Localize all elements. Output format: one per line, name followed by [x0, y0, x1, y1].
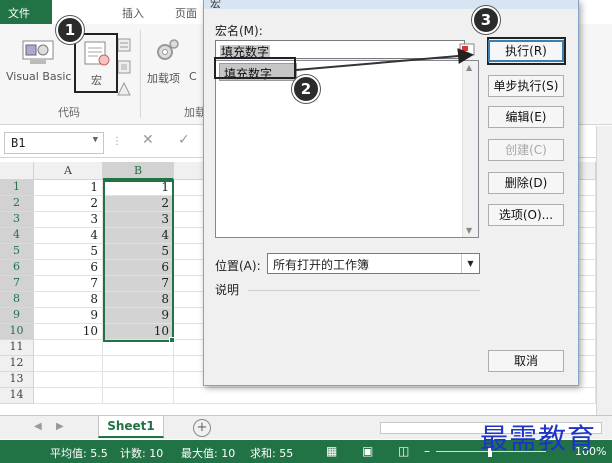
annotation-badge-1: 1 [56, 16, 84, 44]
annotation-badge-3: 3 [472, 6, 500, 34]
annotation-arrow [295, 48, 474, 71]
annotation-badge-2: 2 [292, 75, 320, 103]
watermark: 最需教育 [480, 422, 597, 455]
